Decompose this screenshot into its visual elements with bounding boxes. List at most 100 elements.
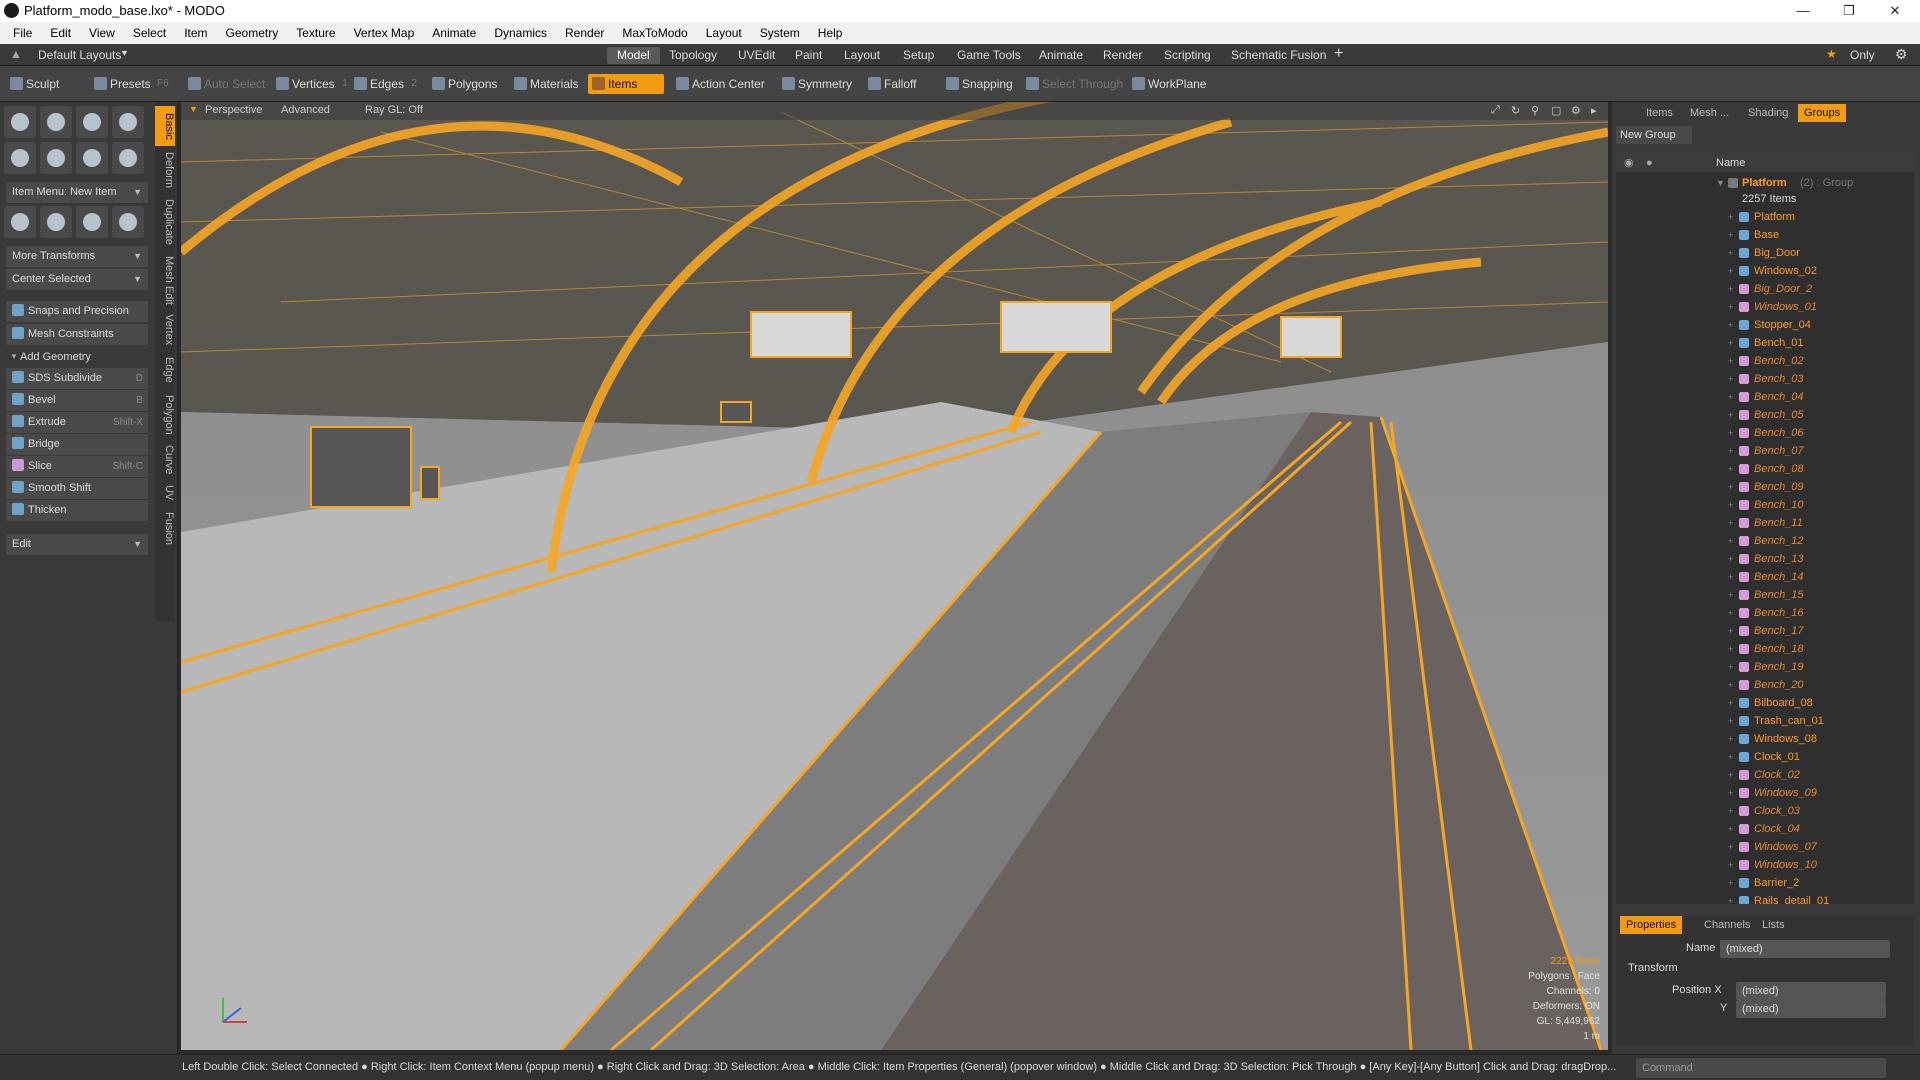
side-tab-vertex[interactable]: Vertex xyxy=(155,310,175,350)
list-item[interactable]: + Clock_01 xyxy=(1616,748,1914,766)
list-item[interactable]: + Barrier_2 xyxy=(1616,874,1914,892)
list-item[interactable]: + Trash_can_01 xyxy=(1616,712,1914,730)
tab-model[interactable]: Model xyxy=(607,47,660,64)
menu-vertex-map[interactable]: Vertex Map xyxy=(345,22,424,44)
menu-render[interactable]: Render xyxy=(556,22,613,44)
list-item[interactable]: + Bench_18 xyxy=(1616,640,1914,658)
extrude-button[interactable]: Extrude Shift-X xyxy=(6,412,148,433)
list-item[interactable]: + Clock_04 xyxy=(1616,820,1914,838)
list-item[interactable]: + Windows_07 xyxy=(1616,838,1914,856)
side-tab-basic[interactable]: Basic xyxy=(155,106,175,146)
expand-icon[interactable]: + xyxy=(1728,712,1733,730)
restore-icon[interactable]: ❐ xyxy=(1826,0,1872,22)
list-item[interactable]: + Clock_02 xyxy=(1616,766,1914,784)
side-tab-fusion[interactable]: Fusion xyxy=(155,508,175,550)
layout-selector[interactable]: Default Layouts xyxy=(38,48,121,62)
item-menu-dropdown[interactable]: Item Menu: New Item ▼ xyxy=(6,182,148,203)
list-item[interactable]: + Bench_19 xyxy=(1616,658,1914,676)
tab-topology[interactable]: Topology xyxy=(659,47,727,64)
expand-icon[interactable]: + xyxy=(1728,784,1733,802)
expand-icon[interactable]: + xyxy=(1728,730,1733,748)
list-item[interactable]: + Windows_02 xyxy=(1616,262,1914,280)
expand-icon[interactable]: + xyxy=(1728,424,1733,442)
list-item[interactable]: + Base xyxy=(1616,226,1914,244)
transform-tool[interactable] xyxy=(112,206,144,238)
rotate-tool[interactable] xyxy=(40,206,72,238)
text-tool[interactable] xyxy=(112,142,144,174)
expand-icon[interactable]: + xyxy=(1728,406,1733,424)
new-group-button[interactable]: New Group xyxy=(1616,126,1692,144)
list-item[interactable]: + Bench_02 xyxy=(1616,352,1914,370)
expand-icon[interactable]: + xyxy=(1728,856,1733,874)
minimize-icon[interactable]: — xyxy=(1780,0,1826,22)
menu-system[interactable]: System xyxy=(751,22,809,44)
snaps-precision-button[interactable]: Snaps and Precision xyxy=(6,301,148,322)
menu-view[interactable]: View xyxy=(80,22,124,44)
menu-geometry[interactable]: Geometry xyxy=(217,22,288,44)
list-item[interactable]: + Bench_08 xyxy=(1616,460,1914,478)
add-geometry-header[interactable]: ▼ Add Geometry xyxy=(6,347,148,367)
add-tab-icon[interactable]: + xyxy=(1334,45,1343,63)
menu-maxtomodo[interactable]: MaxToModo xyxy=(613,22,696,44)
tab-schematic-fusion[interactable]: Schematic Fusion xyxy=(1221,47,1336,64)
list-item[interactable]: + Stopper_04 xyxy=(1616,316,1914,334)
menu-item[interactable]: Item xyxy=(175,22,216,44)
smooth-shift-button[interactable]: Smooth Shift xyxy=(6,478,148,499)
expand-icon[interactable]: + xyxy=(1728,514,1733,532)
viewport-advanced[interactable]: Advanced xyxy=(281,104,330,116)
expand-icon[interactable]: + xyxy=(1728,622,1733,640)
expand-icon[interactable]: + xyxy=(1728,370,1733,388)
position-y-field[interactable]: (mixed) xyxy=(1736,1000,1886,1018)
edit-dropdown[interactable]: Edit ▼ xyxy=(6,534,148,555)
snapping-button[interactable]: Snapping xyxy=(942,74,1019,94)
polygons-button[interactable]: Polygons xyxy=(428,74,503,94)
viewport-menu-icon[interactable]: ▼ xyxy=(189,104,198,114)
tab-layout[interactable]: Layout xyxy=(834,47,890,64)
expand-icon[interactable]: + xyxy=(1728,388,1733,406)
expand-icon[interactable]: + xyxy=(1728,442,1733,460)
list-item[interactable]: + Windows_09 xyxy=(1616,784,1914,802)
expand-icon[interactable]: + xyxy=(1728,244,1733,262)
menu-edit[interactable]: Edit xyxy=(41,22,80,44)
zoom-icon[interactable]: ⚲ xyxy=(1531,104,1539,117)
list-item[interactable]: + Bench_20 xyxy=(1616,676,1914,694)
expand-icon[interactable]: + xyxy=(1728,676,1733,694)
list-item[interactable]: + Windows_10 xyxy=(1616,856,1914,874)
expand-icon[interactable]: + xyxy=(1728,298,1733,316)
tab-properties[interactable]: Properties xyxy=(1620,916,1683,934)
expand-icon[interactable]: + xyxy=(1728,460,1733,478)
list-item[interactable]: + Rails_detail_01 xyxy=(1616,892,1914,904)
tab-game-tools[interactable]: Game Tools xyxy=(947,47,1031,64)
expand-icon[interactable]: + xyxy=(1728,280,1733,298)
list-item[interactable]: + Bench_13 xyxy=(1616,550,1914,568)
list-item[interactable]: + Bench_03 xyxy=(1616,370,1914,388)
lock-icon[interactable]: ● xyxy=(1646,154,1653,172)
side-tab-duplicate[interactable]: Duplicate xyxy=(155,194,175,250)
auto-select-button[interactable]: Auto Select xyxy=(184,74,271,94)
eye-icon[interactable]: ◉ xyxy=(1624,154,1634,172)
expand-icon[interactable]: + xyxy=(1728,334,1733,352)
list-item[interactable]: + Bilboard_08 xyxy=(1616,694,1914,712)
pen-tool[interactable] xyxy=(76,142,108,174)
symmetry-button[interactable]: Symmetry xyxy=(778,74,858,94)
expand-icon[interactable]: + xyxy=(1728,586,1733,604)
name-column-header[interactable]: Name xyxy=(1716,154,1745,172)
expand-icon[interactable]: + xyxy=(1728,874,1733,892)
side-tab-curve[interactable]: Curve xyxy=(155,442,175,478)
transform-header[interactable]: Transform xyxy=(1628,962,1678,974)
list-item[interactable]: + Bench_10 xyxy=(1616,496,1914,514)
list-item[interactable]: + Bench_01 xyxy=(1616,334,1914,352)
name-field[interactable]: (mixed) xyxy=(1720,940,1890,958)
expand-icon[interactable]: + xyxy=(1728,226,1733,244)
tab-render[interactable]: Render xyxy=(1093,47,1152,64)
cube-tool[interactable] xyxy=(4,106,36,138)
edges-button[interactable]: Edges 2 xyxy=(350,74,420,94)
list-item[interactable]: + Big_Door_2 xyxy=(1616,280,1914,298)
side-tab-mesh-edit[interactable]: Mesh Edit xyxy=(155,252,175,308)
presets-button[interactable]: Presets F6 xyxy=(90,74,171,94)
list-item[interactable]: + Bench_05 xyxy=(1616,406,1914,424)
list-item[interactable]: + Bench_16 xyxy=(1616,604,1914,622)
viewport-gear-icon[interactable]: ⚙ xyxy=(1571,104,1581,117)
vertices-button[interactable]: Vertices 1 xyxy=(272,74,351,94)
expand-icon[interactable]: + xyxy=(1728,694,1733,712)
